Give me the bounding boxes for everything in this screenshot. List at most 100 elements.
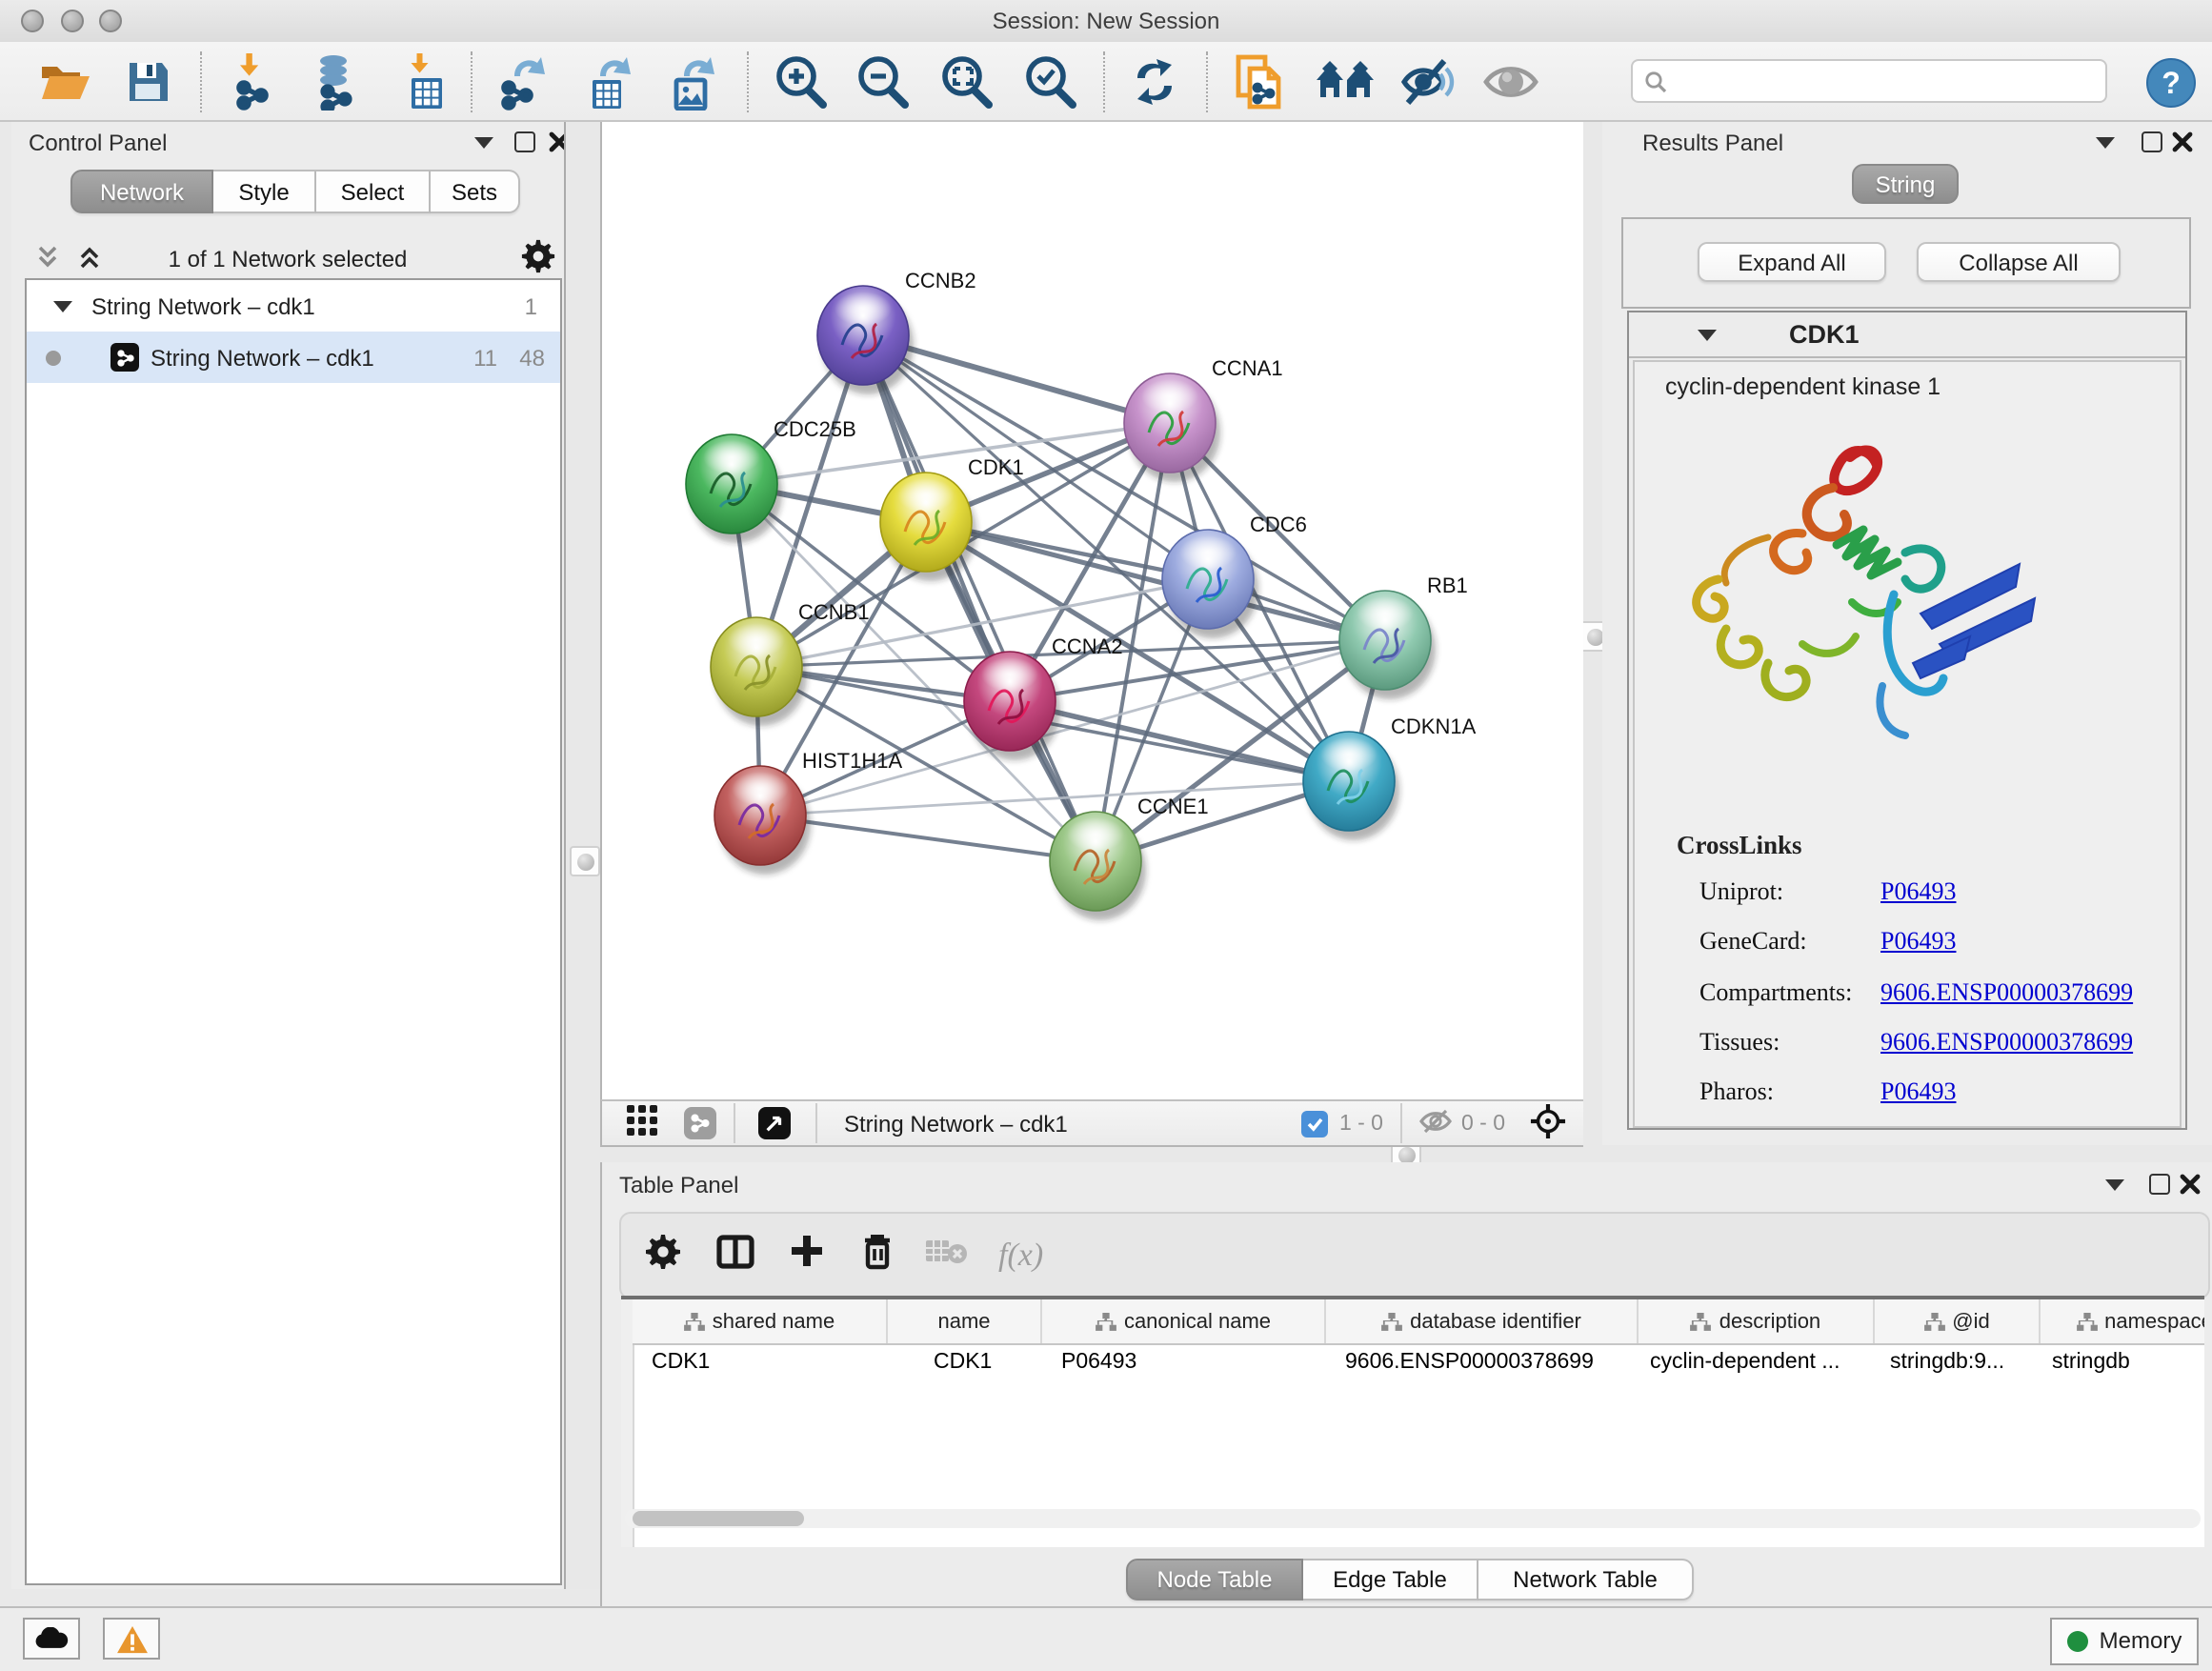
zoom-out-icon[interactable] (850, 53, 915, 111)
node-CCNB2[interactable]: CCNB2 (817, 269, 976, 394)
node-CDKN1A[interactable]: CDKN1A (1303, 715, 1477, 840)
selected-checkbox-icon[interactable] (1301, 1110, 1328, 1137)
import-network-from-database-icon[interactable] (305, 53, 370, 111)
function-builder-icon[interactable]: f(x) (998, 1237, 1043, 1275)
show-all-icon[interactable] (1478, 53, 1543, 111)
control-panel-splitter[interactable] (564, 122, 602, 1589)
network-row[interactable]: String Network – cdk1 11 48 (27, 332, 560, 383)
memory-button[interactable]: Memory (2050, 1617, 2199, 1664)
table-panel-title: Table Panel (619, 1172, 738, 1198)
control-panel-menu-icon[interactable] (474, 137, 493, 149)
tab-select[interactable]: Select (316, 170, 431, 213)
table-row[interactable]: CDK1 CDK1 P06493 9606.ENSP00000378699 cy… (633, 1343, 2204, 1379)
tissues-link[interactable]: 9606.ENSP00000378699 (1880, 1027, 2133, 1057)
tissues-label: Tissues: (1699, 1027, 1780, 1057)
table-panel-menu-icon[interactable] (2105, 1179, 2124, 1191)
results-panel-float-icon[interactable] (2142, 131, 2162, 152)
export-table-icon[interactable] (575, 53, 640, 111)
tab-network[interactable]: Network (70, 170, 213, 213)
title-bar: Session: New Session (0, 0, 2212, 44)
col-namespace[interactable]: namespace (2041, 1299, 2204, 1343)
expand-all-button[interactable]: Expand All (1698, 242, 1886, 282)
node-CDC25B[interactable]: CDC25B (686, 417, 856, 543)
hidden-eye-icon[interactable] (1419, 1108, 1452, 1138)
tab-network-table[interactable]: Network Table (1478, 1559, 1694, 1601)
refresh-icon[interactable] (1122, 53, 1187, 111)
zoom-fit-icon[interactable] (934, 53, 998, 111)
col-id[interactable]: @id (1875, 1299, 2041, 1343)
add-column-icon[interactable] (789, 1233, 825, 1278)
node-RB1[interactable]: RB1 (1339, 574, 1468, 699)
clone-network-icon[interactable] (1227, 53, 1292, 111)
results-panel-menu-icon[interactable] (2096, 137, 2115, 149)
compartments-link[interactable]: 9606.ENSP00000378699 (1880, 977, 2133, 1008)
export-network-icon[interactable] (490, 53, 554, 111)
results-panel-splitter[interactable] (1581, 122, 1604, 1145)
pharos-link[interactable]: P06493 (1880, 1077, 1956, 1107)
col-canonical-name[interactable]: canonical name (1042, 1299, 1326, 1343)
genecard-link[interactable]: P06493 (1880, 926, 1956, 956)
main-toolbar: ? (0, 42, 2212, 122)
zoom-selected-icon[interactable] (1017, 53, 1082, 111)
table-panel-float-icon[interactable] (2149, 1174, 2170, 1195)
col-description[interactable]: description (1639, 1299, 1875, 1343)
splitter-handle[interactable] (570, 846, 600, 876)
current-network-dot (46, 350, 61, 365)
cloud-icon (34, 1627, 69, 1650)
control-panel-float-icon[interactable] (514, 131, 535, 152)
col-name[interactable]: name (888, 1299, 1042, 1343)
help-icon[interactable]: ? (2138, 53, 2202, 111)
col-database-identifier[interactable]: database identifier (1326, 1299, 1639, 1343)
uniprot-link[interactable]: P06493 (1880, 876, 1956, 907)
cloud-status-button[interactable] (23, 1618, 80, 1660)
zoom-in-icon[interactable] (768, 53, 833, 111)
result-entry-header[interactable]: CDK1 (1629, 312, 2185, 358)
collection-expand-icon[interactable] (53, 300, 72, 312)
status-bar: Memory (0, 1606, 2212, 1671)
collection-count: 1 (525, 292, 537, 319)
import-network-icon[interactable] (225, 53, 290, 111)
grid-view-icon[interactable] (627, 1105, 657, 1141)
entry-collapse-icon[interactable] (1698, 329, 1717, 340)
table-gear-icon[interactable] (644, 1232, 682, 1279)
col-shared-name[interactable]: shared name (633, 1299, 888, 1343)
network-canvas[interactable]: CCNB2CCNA1CDC25BCDK1CDC6RB1CCNB1CCNA2CDK… (600, 122, 1583, 1099)
birds-eye-view-icon[interactable] (758, 1107, 791, 1139)
warnings-button[interactable] (103, 1618, 160, 1660)
shared-column-icon (1096, 1312, 1116, 1331)
network-view-icon[interactable] (684, 1107, 716, 1139)
memory-label: Memory (2100, 1627, 2182, 1654)
import-table-icon[interactable] (392, 53, 457, 111)
results-panel-close-icon[interactable] (2172, 131, 2193, 152)
node-CCNA1[interactable]: CCNA1 (1124, 356, 1283, 482)
network-options-gear-icon[interactable] (520, 238, 556, 284)
node-CDK1[interactable]: CDK1 (880, 455, 1024, 581)
protein-structure-image (1669, 431, 2069, 802)
tab-sets[interactable]: Sets (431, 170, 520, 213)
network-collection-row[interactable]: String Network – cdk1 1 (27, 280, 560, 332)
network-graph[interactable]: CCNB2CCNA1CDC25BCDK1CDC6RB1CCNB1CCNA2CDK… (602, 122, 1583, 1099)
show-columns-icon[interactable] (716, 1234, 754, 1278)
delete-table-icon[interactable] (926, 1236, 968, 1276)
toolbar-divider (747, 51, 749, 112)
tab-node-table[interactable]: Node Table (1126, 1559, 1303, 1601)
open-session-icon[interactable] (32, 53, 97, 111)
tab-string[interactable]: String (1852, 164, 1959, 204)
tab-edge-table[interactable]: Edge Table (1303, 1559, 1478, 1601)
hide-selected-icon[interactable] (1397, 53, 1461, 111)
collapse-all-button[interactable]: Collapse All (1917, 242, 2121, 282)
entry-gene-name: CDK1 (1789, 320, 1860, 349)
export-image-icon[interactable] (659, 53, 724, 111)
node-CDC6[interactable]: CDC6 (1162, 513, 1307, 638)
window-title: Session: New Session (0, 8, 2212, 34)
table-horizontal-scrollbar[interactable] (625, 1509, 2201, 1528)
table-panel-close-icon[interactable] (2180, 1174, 2201, 1195)
tab-style[interactable]: Style (213, 170, 316, 213)
toolbar-divider (1206, 51, 1208, 112)
fit-selected-crosshair-icon[interactable] (1530, 1102, 1566, 1144)
first-neighbors-icon[interactable] (1313, 53, 1377, 111)
search-input[interactable] (1675, 68, 2105, 94)
node-HIST1H1A[interactable]: HIST1H1A (714, 749, 902, 875)
save-session-icon[interactable] (116, 53, 181, 111)
delete-column-icon[interactable] (859, 1231, 895, 1280)
